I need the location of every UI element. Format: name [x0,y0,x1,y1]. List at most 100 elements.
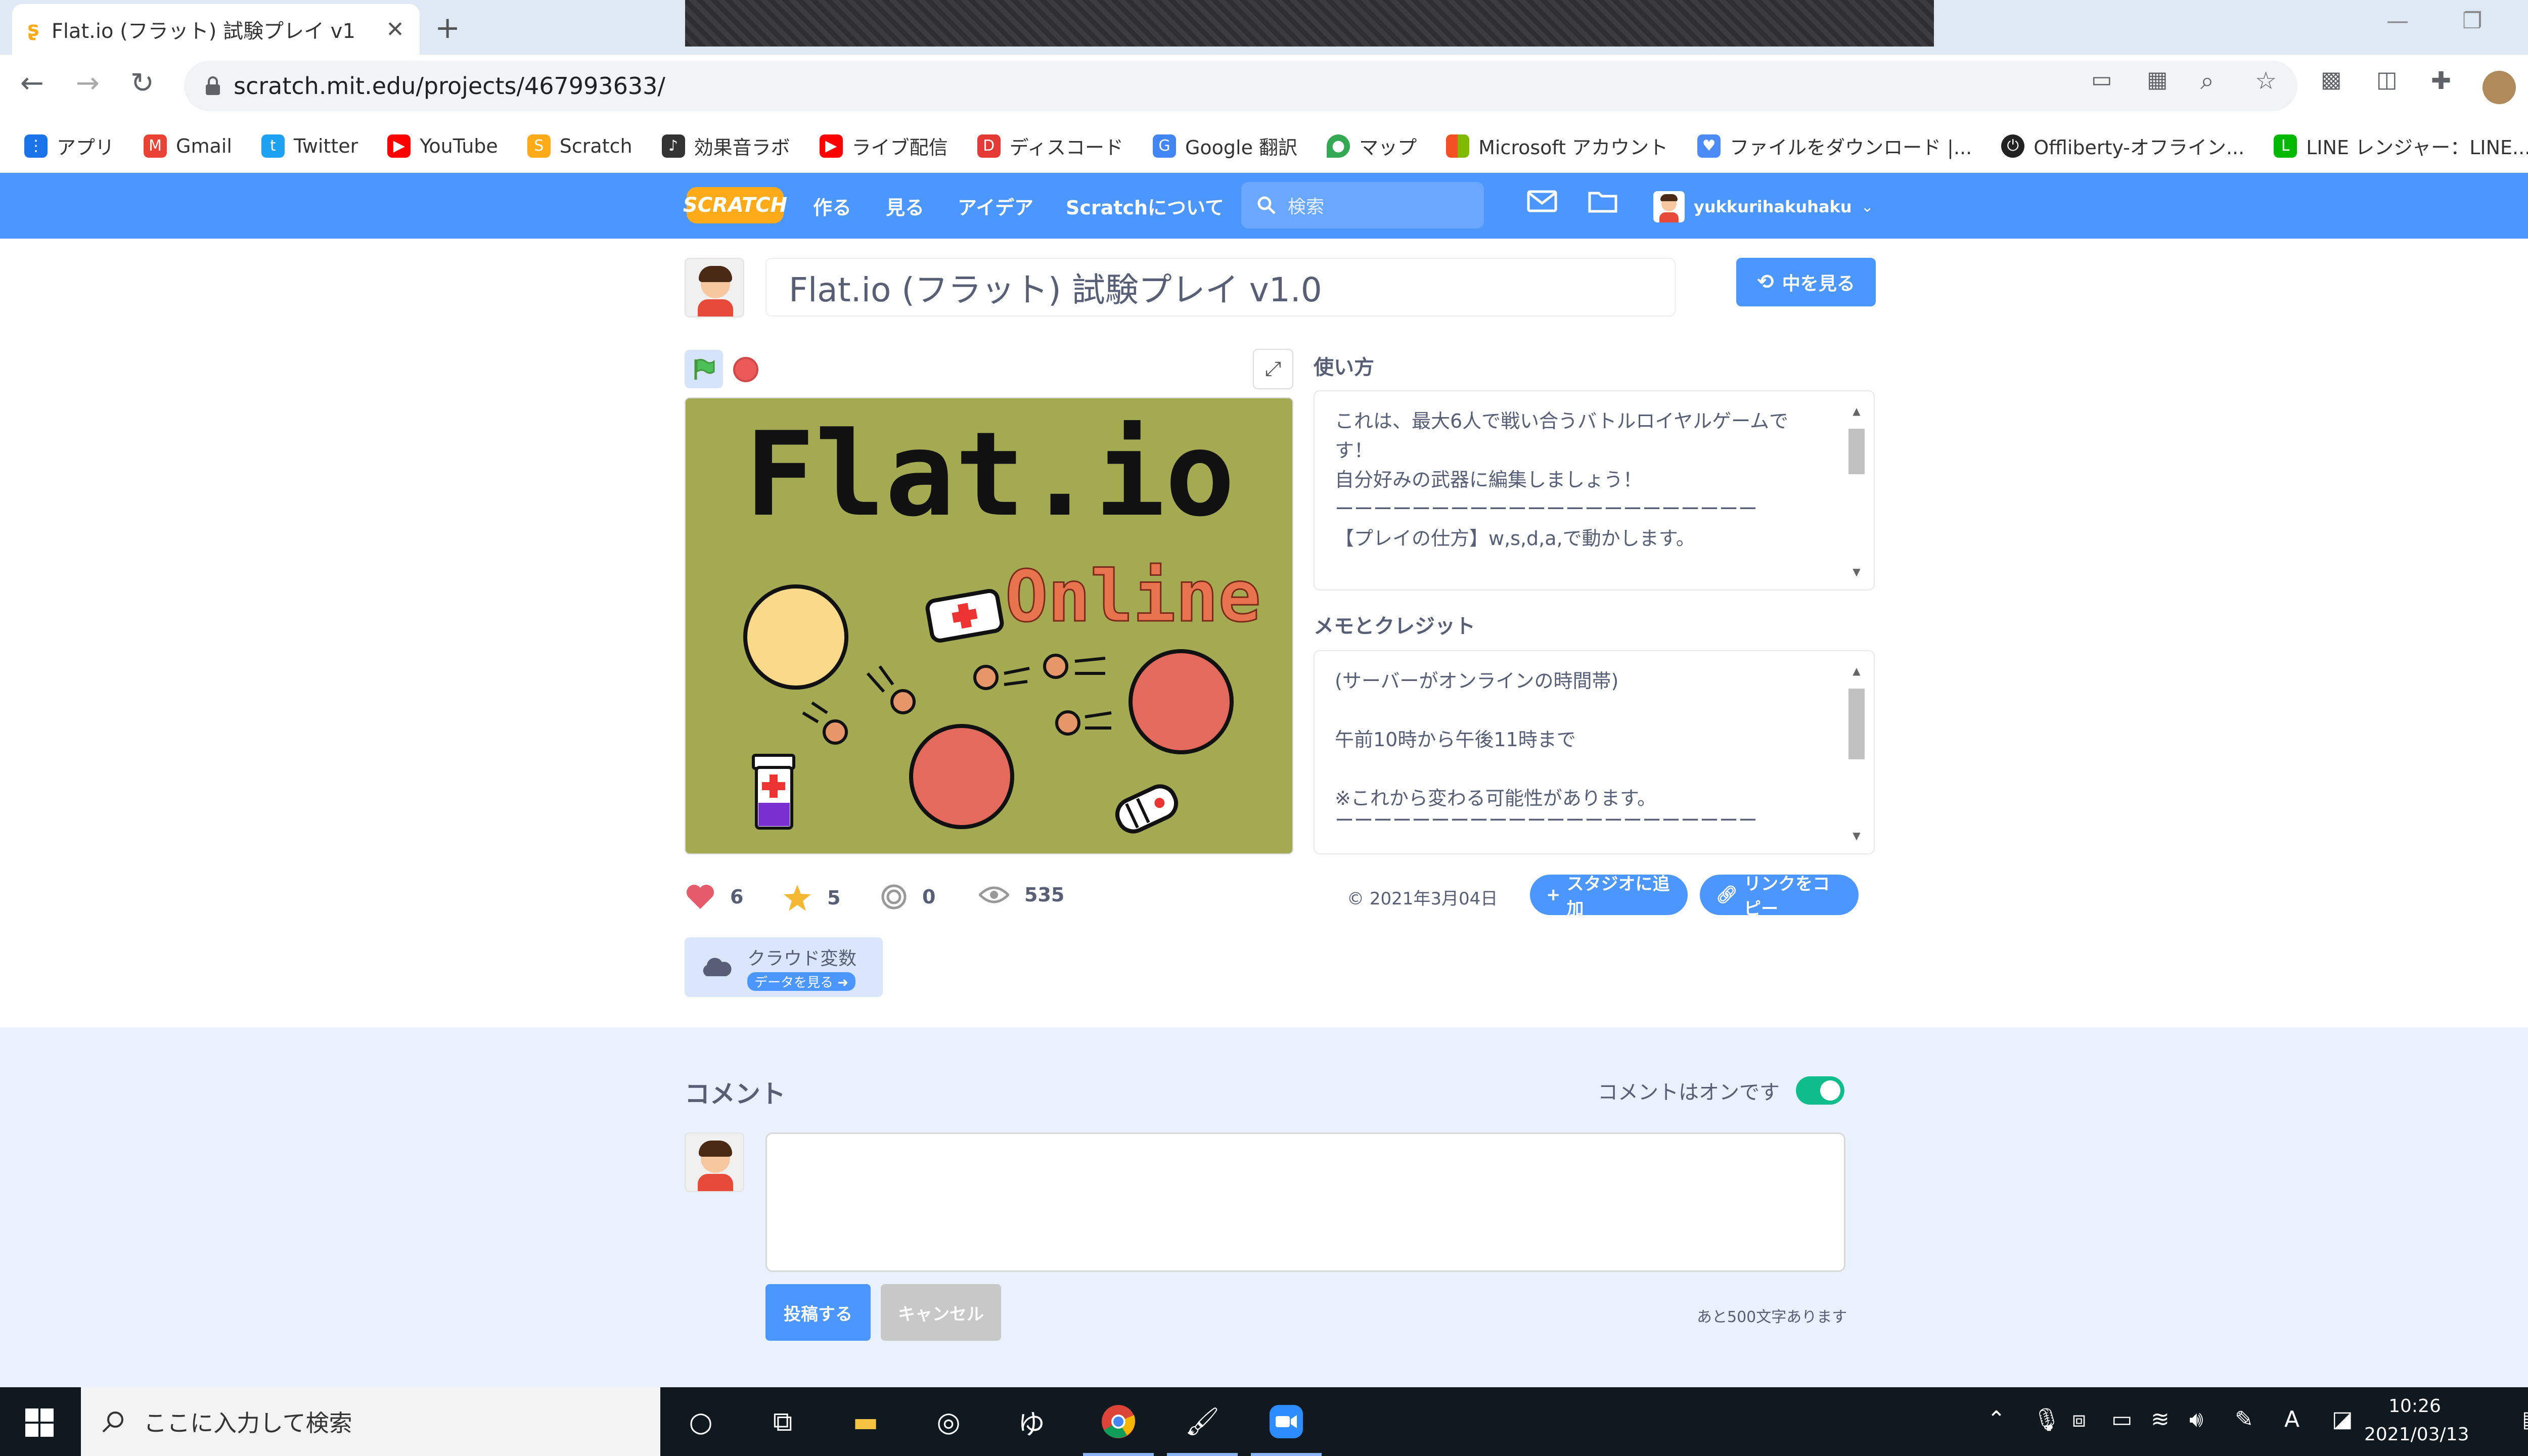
paint-app-icon[interactable]: 🖌︎ [1182,1401,1223,1442]
bookmark-item[interactable]: Microsoft アカウント [1446,132,1668,160]
extension-media-icon[interactable]: ◫ [2376,67,2398,93]
love-stat[interactable]: 6 [686,884,743,910]
notes-line [1335,754,1854,784]
cast-icon[interactable]: ▭ [2091,67,2112,93]
tray-app-icon[interactable]: ⧈ [2072,1406,2086,1432]
cancel-comment-button[interactable]: キャンセル [881,1284,1001,1341]
microphone-icon[interactable]: 🎙︎ [2033,1406,2061,1433]
bookmark-item[interactable]: S Scratch [527,134,633,158]
ime-indicator[interactable]: A [2284,1406,2299,1432]
fullscreen-button[interactable]: ⤢ [1253,349,1293,389]
yukkuri-app-icon[interactable]: ゆ [1011,1401,1052,1442]
bookmark-label: Offliberty-オフライン... [2034,136,2245,159]
wifi-icon[interactable]: ≋ [2151,1406,2170,1432]
messages-icon[interactable] [1527,190,1557,214]
minimize-icon[interactable]: — [2386,8,2409,34]
eye-icon [979,886,1009,903]
bookmark-label: Microsoft アカウント [1478,136,1668,159]
bookmark-item[interactable]: M Gmail [144,134,232,158]
my-stuff-folder-icon[interactable] [1588,189,1618,215]
instructions-line: ーーーーーーーーーーーーーーーーーーーーーー [1335,498,1758,520]
windows-start-icon[interactable] [25,1408,54,1437]
qr-icon[interactable]: ▦ [2147,67,2168,93]
browser-tab[interactable]: ʂ Flat.io (フラット) 試験プレイ v1.0 on ✕ [12,4,420,55]
url-text: scratch.mit.edu/projects/467993633/ [234,72,665,100]
bookmark-label: LINE レンジャー：LINE... [2306,136,2528,159]
project-title-input[interactable]: Flat.io (フラット) 試験プレイ v1.0 [765,258,1676,316]
obs-icon[interactable]: ◎ [928,1401,969,1442]
notes-line: ーーーーーーーーーーーーーーーーーーーーーー [1335,813,1758,828]
bookmark-star-icon[interactable]: ☆ [2255,67,2277,95]
notes-textbox[interactable]: (サーバーがオンラインの時間帯) 午前10時から午後11時まで ※これから変わる… [1314,650,1875,854]
back-icon[interactable]: ← [20,67,44,100]
notes-scrollbar[interactable]: ▲ ▼ [1846,656,1867,850]
bookmark-item[interactable]: ⋮ アプリ [24,132,114,160]
power-icon: ⏻ [2001,134,2025,158]
bookmark-item[interactable]: L LINE レンジャー：LINE... [2274,132,2528,160]
remix-stat: 0 [881,884,935,910]
creator-avatar[interactable] [685,258,744,317]
forward-icon[interactable]: → [76,67,100,100]
nav-create[interactable]: 作る [813,192,851,220]
file-explorer-icon[interactable]: ▬ [845,1401,886,1442]
stop-button[interactable] [733,357,758,382]
bookmark-item[interactable]: G Google 翻訳 [1152,132,1297,160]
notes-line [1335,696,1854,725]
bookmark-item[interactable]: ⏻ Offliberty-オフライン... [2001,132,2244,160]
fullscreen-icon: ⤢ [1265,357,1281,381]
scratch-logo[interactable]: SCRATCH [683,187,787,223]
reload-icon[interactable]: ↻ [130,67,154,100]
taskbar-search-input[interactable]: ここに入力して検索 [81,1387,660,1456]
scratch-search-input[interactable]: 検索 [1241,182,1484,229]
bookmark-item[interactable]: t Twitter [261,134,358,158]
bookmark-label: Gmail [176,134,232,157]
restore-icon[interactable]: ❐ [2462,8,2482,34]
extensions-puzzle-icon[interactable]: ✚ [2431,67,2451,95]
copy-link-button[interactable]: 🔗︎ リンクをコピー [1700,874,1859,919]
instructions-textbox[interactable]: これは、最大6人で戦い合うバトルロイヤルゲームで す！ 自分好みの武器に編集しま… [1314,390,1875,590]
bookmark-item[interactable]: ♪ 効果音ラボ [661,132,790,160]
notification-icon[interactable]: ▤ [2522,1406,2528,1432]
cloud-variables-panel[interactable]: クラウド変数 データを見る ➜ [685,937,883,997]
bullet-dot [823,719,848,745]
nav-about[interactable]: Scratchについて [1066,192,1224,220]
tray-chevron-icon[interactable]: ⌃ [1987,1406,2006,1432]
zoom-icon[interactable]: ⌕ [2200,67,2214,96]
user-menu[interactable]: yukkurihakuhaku ⌄ [1653,191,1874,222]
ime-mode-icon[interactable]: ◪ [2332,1406,2353,1432]
bookmark-item[interactable]: ● マップ [1327,132,1417,160]
pen-icon[interactable]: ✎ [2235,1406,2253,1432]
bookmark-item[interactable]: ▶ ライブ配信 [819,132,948,160]
bookmark-item[interactable]: ♥ ファイルをダウンロード |... [1697,132,1972,160]
bookmark-item[interactable]: ▶ YouTube [387,134,498,158]
task-view-icon[interactable]: ⧉ [762,1401,803,1442]
favorite-stat[interactable]: 5 [783,884,840,912]
close-tab-icon[interactable]: ✕ [386,17,404,42]
green-flag-button[interactable] [685,350,723,388]
cortana-icon[interactable]: ○ [681,1401,721,1442]
twitter-icon: t [261,134,285,158]
comment-textarea[interactable] [765,1132,1845,1272]
zoom-app-icon[interactable] [1266,1401,1306,1442]
bookmarks-bar: ⋮ アプリ M Gmail t Twitter ▶ YouTube S Scratch ♪… [0,119,2528,173]
view-data-button[interactable]: データを見る ➜ [747,972,856,991]
new-tab-icon[interactable]: + [435,10,460,46]
instructions-header: 使い方 [1314,356,1374,379]
nav-ideas[interactable]: アイデア [958,192,1033,220]
post-comment-button[interactable]: 投稿する [765,1284,871,1341]
remix-icon [881,884,907,909]
chrome-icon[interactable] [1098,1401,1139,1442]
battery-icon[interactable]: ▭ [2111,1406,2133,1432]
comments-toggle[interactable] [1796,1076,1844,1105]
extension-qr-icon[interactable]: ▩ [2321,67,2342,93]
volume-icon[interactable]: 🔊︎ [2189,1406,2203,1432]
project-stage[interactable]: Flat.io Online [685,397,1293,854]
add-to-studio-button[interactable]: + スタジオに追加 [1530,874,1688,919]
taskbar-clock[interactable]: 10:26 2021/03/13 [2364,1392,2469,1449]
address-bar[interactable]: scratch.mit.edu/projects/467993633/ [184,61,2297,111]
nav-explore[interactable]: 見る [886,192,924,220]
instructions-scrollbar[interactable]: ▲ ▼ [1846,396,1867,586]
profile-avatar[interactable] [2482,71,2516,104]
bookmark-item[interactable]: D ディスコード [977,132,1123,160]
see-inside-button[interactable]: ⟲ 中を見る [1736,258,1876,306]
